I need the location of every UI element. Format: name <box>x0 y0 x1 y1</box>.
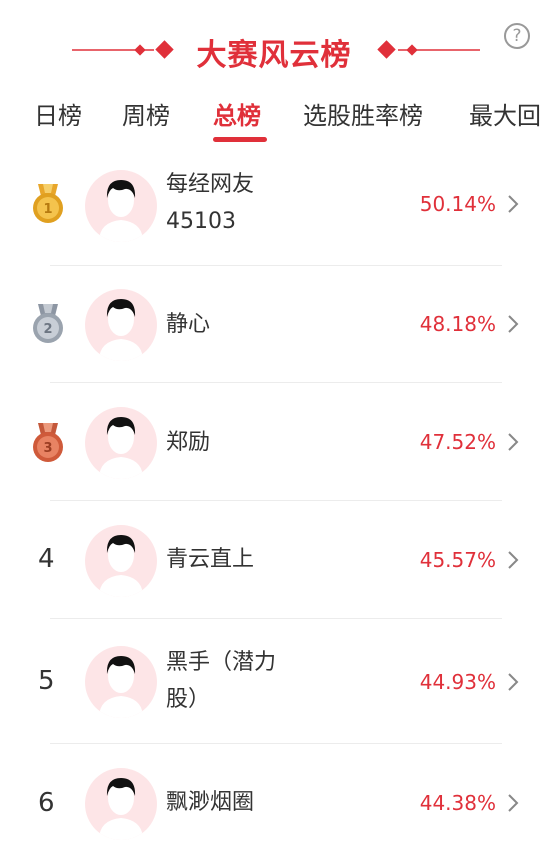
default-user-avatar-icon <box>99 180 143 242</box>
ranking-row-2[interactable]: 2 静心 48.18% <box>0 266 548 383</box>
ranking-row-6[interactable]: 6 飘渺烟圈 44.38% <box>0 744 548 861</box>
rank-number: 4 <box>38 544 55 574</box>
user-name: 静心 <box>166 312 211 337</box>
chevron-right-icon <box>508 195 519 213</box>
tab-max-drawdown[interactable]: 最大回 <box>469 96 541 131</box>
chevron-right-icon <box>508 433 519 451</box>
default-user-avatar-icon <box>99 417 143 479</box>
ranking-row-3[interactable]: 3 郑励 47.52% <box>0 383 548 501</box>
win-rate: 47.52% <box>419 430 496 454</box>
avatar <box>85 646 157 718</box>
win-rate: 44.93% <box>419 670 496 694</box>
chevron-right-icon <box>508 673 519 691</box>
chevron-right-icon <box>508 794 519 812</box>
active-tab-indicator <box>213 137 267 142</box>
default-user-avatar-icon <box>99 299 143 361</box>
bronze-medal-icon: 3 <box>33 423 63 462</box>
avatar <box>85 289 157 361</box>
ranking-row-4[interactable]: 4 青云直上 45.57% <box>0 501 548 619</box>
header: 大赛风云榜 ? <box>0 0 548 90</box>
silver-medal-icon: 2 <box>33 304 63 343</box>
avatar <box>85 407 157 479</box>
svg-text:2: 2 <box>43 322 52 337</box>
chevron-right-icon <box>508 315 519 333</box>
user-name: 青云直上 <box>166 547 255 572</box>
win-rate: 45.57% <box>419 548 496 572</box>
tab-overall[interactable]: 总榜 <box>213 96 261 131</box>
avatar <box>85 170 157 242</box>
rank-number: 5 <box>38 666 55 696</box>
tab-weekly[interactable]: 周榜 <box>122 96 170 131</box>
tab-stock-win-rate[interactable]: 选股胜率榜 <box>303 96 423 131</box>
user-name: 黑手（潜力 股） <box>166 650 277 712</box>
default-user-avatar-icon <box>99 656 143 718</box>
svg-text:1: 1 <box>43 202 52 217</box>
gold-medal-icon: 1 <box>33 184 63 223</box>
tab-daily[interactable]: 日榜 <box>34 96 82 131</box>
avatar <box>85 768 157 840</box>
avatar <box>85 525 157 597</box>
user-name: 郑励 <box>166 430 211 455</box>
user-name: 飘渺烟圈 <box>166 790 255 815</box>
help-icon[interactable]: ? <box>504 23 530 49</box>
default-user-avatar-icon <box>99 535 143 597</box>
user-name: 每经网友 45103 <box>166 172 255 234</box>
ranking-row-5[interactable]: 5 黑手（潜力 股） 44.93% <box>0 619 548 744</box>
default-user-avatar-icon <box>99 778 143 840</box>
leaderboard-card: 大赛风云榜 ? 日榜 周榜 总榜 选股胜率榜 最大回 1 每经网友 45103 … <box>0 0 548 861</box>
ranking-row-1[interactable]: 1 每经网友 45103 50.14% <box>0 150 548 266</box>
win-rate: 48.18% <box>419 312 496 336</box>
title-ornament-right-icon <box>377 40 480 59</box>
win-rate: 50.14% <box>419 192 496 216</box>
chevron-right-icon <box>508 551 519 569</box>
svg-text:3: 3 <box>43 441 52 456</box>
tab-bar: 日榜 周榜 总榜 选股胜率榜 最大回 <box>0 90 548 150</box>
rank-number: 6 <box>38 788 55 818</box>
win-rate: 44.38% <box>419 791 496 815</box>
